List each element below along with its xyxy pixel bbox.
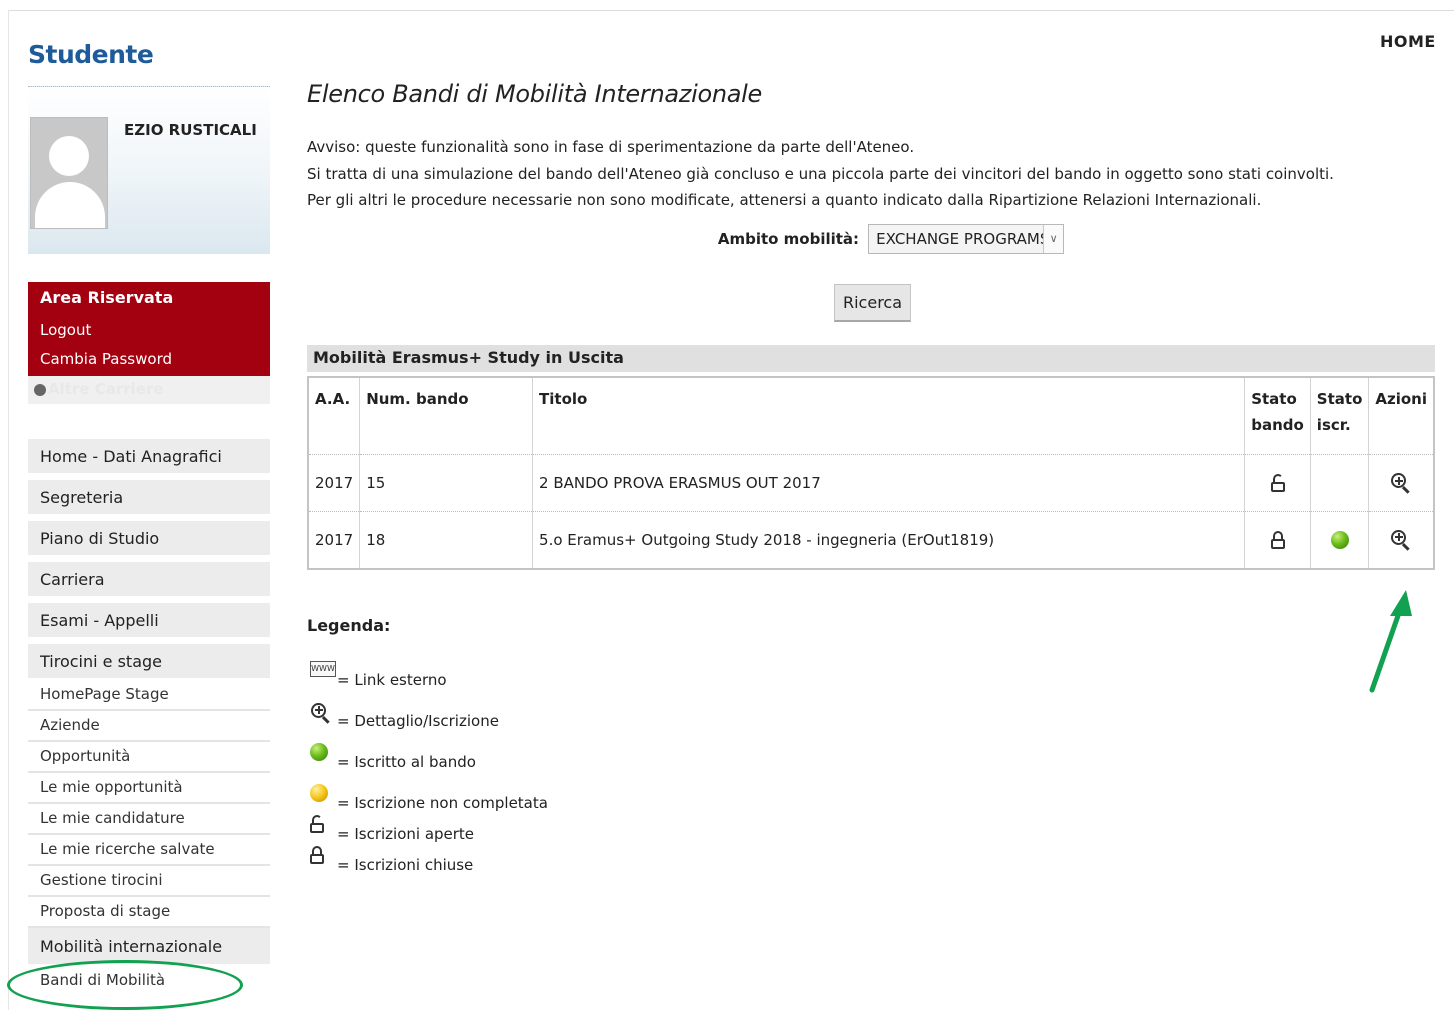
- legend-item: = Iscritto al bando: [307, 738, 1435, 779]
- table-header-row: A.A. Num. bando Titolo Stato bando Stato…: [308, 376, 1434, 455]
- green-ball-icon: [1330, 531, 1349, 549]
- change-password-link[interactable]: Cambia Password: [40, 345, 258, 374]
- cell-azioni: [1368, 511, 1434, 569]
- green-ball-icon: [310, 742, 328, 761]
- yellow-ball-icon: [310, 783, 328, 802]
- legend-text: = Dettaglio/Iscrizione: [337, 711, 499, 730]
- sidebar-item-tirocini-stage[interactable]: Tirocini e stage: [28, 644, 270, 680]
- col-header-stato-bando: Stato bando: [1244, 376, 1311, 455]
- sidebar-title: Studente: [28, 40, 154, 69]
- section-title: Mobilità Erasmus+ Study in Uscita: [307, 344, 1435, 372]
- cell-stato-iscr: [1309, 511, 1369, 569]
- col-header-stato-bando-line2: bando: [1251, 415, 1304, 434]
- cell-titolo: 2 BANDO PROVA ERASMUS OUT 2017: [532, 454, 1245, 512]
- notice-line: Avviso: queste funzionalità sono in fase…: [307, 138, 915, 156]
- annotation-arrow: [1369, 590, 1412, 693]
- legend-text: = Iscritto al bando: [337, 752, 476, 771]
- table-row: 2017 15 2 BANDO PROVA ERASMUS OUT 2017: [308, 454, 1434, 512]
- other-careers-label: Altre Carriere: [48, 380, 164, 398]
- sidebar: Studente EZIO RUSTICALI Area Riservata L…: [28, 40, 270, 997]
- cell-aa: 2017: [308, 511, 360, 569]
- sidebar-item-gestione-tirocini[interactable]: Gestione tirocini: [28, 866, 270, 897]
- sidebar-item-home[interactable]: Home - Dati Anagrafici: [28, 439, 270, 475]
- reserved-area: Area Riservata Logout Cambia Password: [28, 282, 270, 376]
- cell-stato-bando: [1244, 511, 1311, 569]
- cell-num-bando: 15: [359, 454, 533, 512]
- table-row: 2017 18 5.o Eramus+ Outgoing Study 2018 …: [308, 511, 1434, 569]
- sidebar-item-le-mie-opportunita[interactable]: Le mie opportunità: [28, 773, 270, 804]
- www-link-icon: WWW: [310, 660, 336, 677]
- col-header-titolo: Titolo: [532, 376, 1245, 455]
- cell-azioni: [1368, 454, 1434, 512]
- col-header-aa: A.A.: [308, 376, 360, 455]
- mobility-scope-value: EXCHANGE PROGRAMS: [876, 229, 1050, 248]
- mobility-scope-select[interactable]: EXCHANGE PROGRAMS ∨: [868, 223, 1065, 254]
- zoom-in-icon[interactable]: [1390, 529, 1412, 551]
- legend-item: = Iscrizione non completata: [307, 779, 1435, 820]
- cell-stato-bando: [1244, 454, 1311, 512]
- col-header-stato-iscr: Stato iscr.: [1309, 376, 1369, 455]
- search-row: Ricerca: [307, 283, 1435, 324]
- col-header-stato-iscr-line1: Stato: [1316, 389, 1363, 408]
- home-link[interactable]: HOME: [1380, 32, 1436, 51]
- chevron-down-icon: ∨: [1043, 224, 1064, 253]
- legend-text: = Link esterno: [337, 670, 447, 689]
- highlight-ellipse: [7, 960, 243, 1010]
- closed-lock-icon: [310, 845, 324, 864]
- legend-item: WWW = Link esterno: [307, 656, 1435, 697]
- open-lock-icon: [310, 814, 324, 833]
- legend-text: = Iscrizione non completata: [337, 793, 548, 812]
- sidebar-item-carriera[interactable]: Carriera: [28, 562, 270, 598]
- sidebar-item-opportunita[interactable]: Opportunità: [28, 742, 270, 773]
- notice-line: Per gli altri le procedure necessarie no…: [307, 191, 1262, 209]
- sidebar-item-homepage-stage[interactable]: HomePage Stage: [28, 680, 270, 711]
- col-header-azioni: Azioni: [1368, 376, 1434, 455]
- left-border: [8, 10, 9, 1010]
- sidebar-item-piano-di-studio[interactable]: Piano di Studio: [28, 521, 270, 557]
- gear-icon: [34, 383, 46, 396]
- mobility-scope-label: Ambito mobilità:: [717, 229, 860, 248]
- legend-item: = Iscrizioni chiuse: [307, 845, 1435, 882]
- col-header-num-bando: Num. bando: [359, 376, 533, 455]
- zoom-in-icon[interactable]: [1390, 472, 1412, 494]
- user-profile: EZIO RUSTICALI: [28, 86, 270, 254]
- sidebar-item-ricerche-salvate[interactable]: Le mie ricerche salvate: [28, 835, 270, 866]
- notice: Avviso: queste funzionalità sono in fase…: [307, 134, 1435, 214]
- cell-num-bando: 18: [359, 511, 533, 569]
- legend: WWW = Link esterno = Dettaglio/Iscrizion…: [307, 656, 1435, 882]
- main-content: Elenco Bandi di Mobilità Internazionale …: [307, 80, 1435, 882]
- closed-lock-icon: [1270, 531, 1285, 549]
- sidebar-item-esami-appelli[interactable]: Esami - Appelli: [28, 603, 270, 639]
- sidebar-item-segreteria[interactable]: Segreteria: [28, 480, 270, 516]
- reserved-area-title: Area Riservata: [40, 288, 174, 307]
- legend-title: Legenda:: [307, 615, 391, 635]
- legend-item: = Dettaglio/Iscrizione: [307, 697, 1435, 738]
- sidebar-item-le-mie-candidature[interactable]: Le mie candidature: [28, 804, 270, 835]
- top-border: [8, 10, 1454, 11]
- col-header-stato-bando-line1: Stato: [1251, 389, 1297, 408]
- cell-titolo: 5.o Eramus+ Outgoing Study 2018 - ingegn…: [532, 511, 1245, 569]
- avatar: [30, 117, 108, 229]
- zoom-in-icon: [310, 702, 332, 724]
- other-careers-link[interactable]: Altre Carriere: [28, 376, 270, 404]
- legend-item: = Iscrizioni aperte: [307, 814, 1435, 851]
- legend-text: = Iscrizioni aperte: [337, 824, 475, 843]
- user-name: EZIO RUSTICALI: [124, 121, 257, 139]
- search-button[interactable]: Ricerca: [833, 283, 912, 322]
- logout-link[interactable]: Logout: [40, 316, 258, 345]
- cell-stato-iscr: [1309, 454, 1369, 512]
- open-lock-icon: [1270, 474, 1285, 493]
- cell-aa: 2017: [308, 454, 360, 512]
- notice-line: Si tratta di una simulazione del bando d…: [307, 164, 1334, 183]
- calls-table: A.A. Num. bando Titolo Stato bando Stato…: [307, 375, 1435, 570]
- sidebar-item-proposta-stage[interactable]: Proposta di stage: [28, 897, 270, 928]
- filter-row: Ambito mobilità: EXCHANGE PROGRAMS ∨: [307, 223, 1435, 260]
- sidebar-item-aziende[interactable]: Aziende: [28, 711, 270, 742]
- legend-text: = Iscrizioni chiuse: [337, 855, 474, 874]
- col-header-stato-iscr-line2: iscr.: [1316, 415, 1351, 434]
- page-title: Elenco Bandi di Mobilità Internazionale: [307, 80, 762, 108]
- sidebar-menu: Home - Dati Anagrafici Segreteria Piano …: [28, 439, 270, 997]
